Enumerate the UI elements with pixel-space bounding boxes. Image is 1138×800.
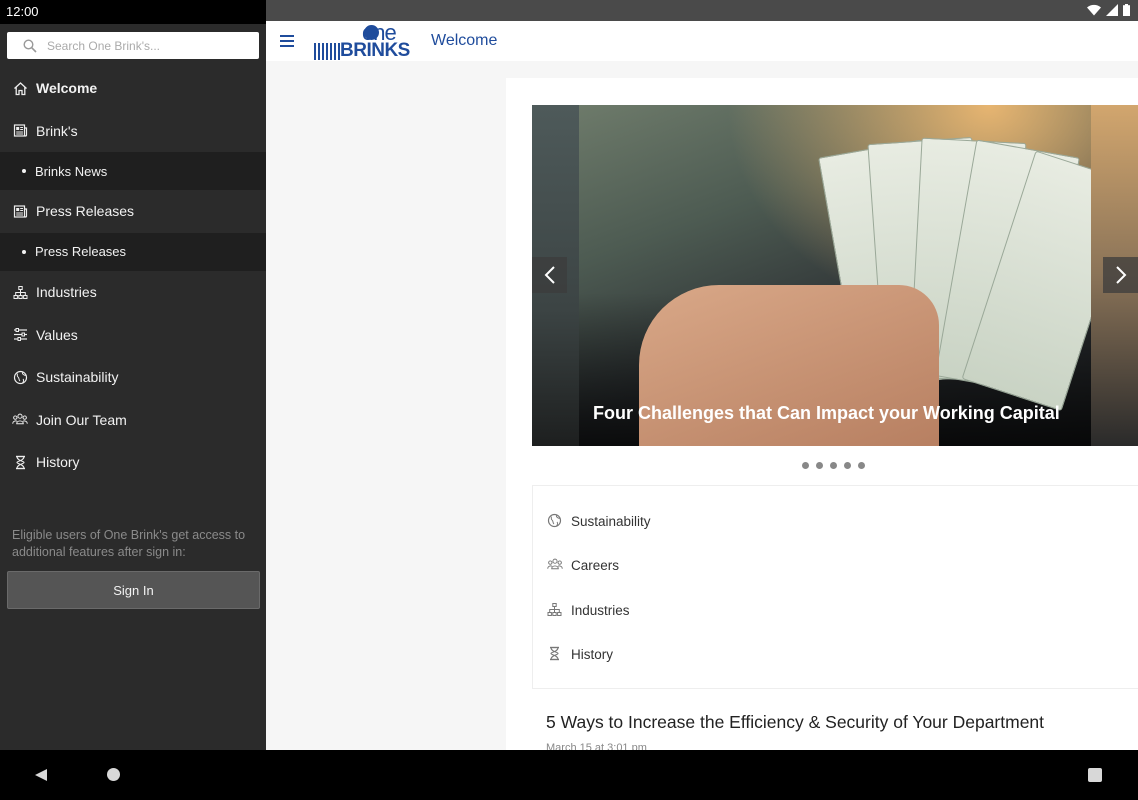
article-date: March 15 at 3:01 pm <box>546 742 647 750</box>
sidebar-item-label: Join Our Team <box>36 411 127 428</box>
main-content: one BRINKS Welcome Four Challenges that … <box>266 0 1138 750</box>
org-chart-icon <box>547 602 563 618</box>
org-chart-icon <box>12 284 28 300</box>
quick-link-history[interactable]: History <box>547 646 613 662</box>
search-box[interactable] <box>7 32 259 59</box>
carousel-pagination <box>802 462 865 469</box>
carousel-dot[interactable] <box>830 462 837 469</box>
status-time: 12:00 <box>6 4 39 19</box>
sidebar-item-label: Brink's <box>36 122 78 139</box>
battery-icon <box>1123 4 1130 16</box>
status-bar <box>266 0 1138 21</box>
carousel-dot[interactable] <box>816 462 823 469</box>
system-navigation-bar <box>0 750 1138 800</box>
carousel-dot[interactable] <box>858 462 865 469</box>
quick-link-label: Industries <box>571 602 630 618</box>
carousel-slide[interactable]: Four Challenges that Can Impact your Wor… <box>579 105 1136 446</box>
sidebar-item-label: Brinks News <box>35 163 108 179</box>
signal-icon <box>1106 4 1118 16</box>
home-button-icon[interactable] <box>107 768 120 781</box>
carousel-dot[interactable] <box>802 462 809 469</box>
bullet-icon <box>22 169 26 174</box>
sliders-icon <box>12 327 28 343</box>
sidebar-item-press-releases[interactable]: Press Releases <box>0 190 266 233</box>
sidebar-item-label: Sustainability <box>36 369 119 386</box>
quick-link-label: Careers <box>571 557 620 573</box>
newspaper-icon <box>12 123 28 139</box>
sidebar-item-label: Welcome <box>36 80 98 97</box>
sidebar-item-welcome[interactable]: Welcome <box>0 67 266 110</box>
sidebar-item-values[interactable]: Values <box>0 313 266 356</box>
sidebar-subitem-press-releases[interactable]: Press Releases <box>0 232 266 271</box>
home-icon <box>12 80 28 96</box>
one-brinks-logo: one BRINKS <box>312 20 418 61</box>
quick-link-industries[interactable]: Industries <box>547 602 630 618</box>
sidebar-item-label: Press Releases <box>35 244 127 260</box>
quick-link-sustainability[interactable]: Sustainability <box>547 513 651 529</box>
slide-caption[interactable]: Four Challenges that Can Impact your Wor… <box>593 403 1060 424</box>
team-icon <box>547 557 563 573</box>
quick-link-careers[interactable]: Careers <box>547 557 619 573</box>
status-bar: 12:00 <box>0 0 266 24</box>
sidebar-item-brinks[interactable]: Brink's <box>0 110 266 153</box>
carousel-prev-button[interactable] <box>532 257 567 293</box>
quick-link-label: History <box>571 646 614 662</box>
sidebar-item-industries[interactable]: Industries <box>0 271 266 314</box>
bullet-icon <box>22 249 26 254</box>
hamburger-menu-icon[interactable] <box>280 35 294 47</box>
quick-link-label: Sustainability <box>571 513 651 529</box>
search-input[interactable] <box>47 38 237 53</box>
quick-links-card: Sustainability Careers Industries Histor… <box>532 485 1138 689</box>
hourglass-icon <box>547 646 563 662</box>
wifi-icon <box>1087 4 1101 16</box>
chevron-left-icon <box>544 266 555 284</box>
article-card[interactable]: 5 Ways to Increase the Efficiency & Secu… <box>532 702 1138 750</box>
sidebar-item-join-our-team[interactable]: Join Our Team <box>0 399 266 442</box>
navigation-drawer: 12:00 Welcome Brink's Brinks News Press … <box>0 0 266 750</box>
sidebar-item-history[interactable]: History <box>0 441 266 484</box>
sidebar-item-label: Industries <box>36 284 97 301</box>
carousel-dot[interactable] <box>844 462 851 469</box>
image-carousel[interactable]: Four Challenges that Can Impact your Wor… <box>532 105 1138 446</box>
globe-icon <box>12 369 28 385</box>
carousel-next-button[interactable] <box>1103 257 1138 293</box>
newspaper-icon <box>12 203 28 219</box>
search-icon <box>23 38 37 53</box>
sidebar-item-label: Values <box>36 326 78 343</box>
app-toolbar: one BRINKS Welcome <box>266 20 1138 61</box>
back-icon[interactable] <box>34 768 48 782</box>
sidebar-subitem-brinks-news[interactable]: Brinks News <box>0 152 266 191</box>
globe-icon <box>547 513 563 529</box>
team-icon <box>12 412 28 428</box>
article-title[interactable]: 5 Ways to Increase the Efficiency & Secu… <box>546 712 1044 733</box>
sign-in-button[interactable]: Sign In <box>7 571 260 609</box>
sidebar-nav: Welcome Brink's Brinks News Press Releas… <box>0 67 266 484</box>
chevron-right-icon <box>1115 266 1126 284</box>
sidebar-item-sustainability[interactable]: Sustainability <box>0 356 266 399</box>
page-title: Welcome <box>431 32 498 49</box>
hourglass-icon <box>12 454 28 470</box>
recent-apps-icon[interactable] <box>1088 768 1102 782</box>
signin-note: Eligible users of One Brink's get access… <box>12 528 246 559</box>
sidebar-item-label: Press Releases <box>36 203 135 220</box>
sidebar-item-label: History <box>36 454 80 471</box>
